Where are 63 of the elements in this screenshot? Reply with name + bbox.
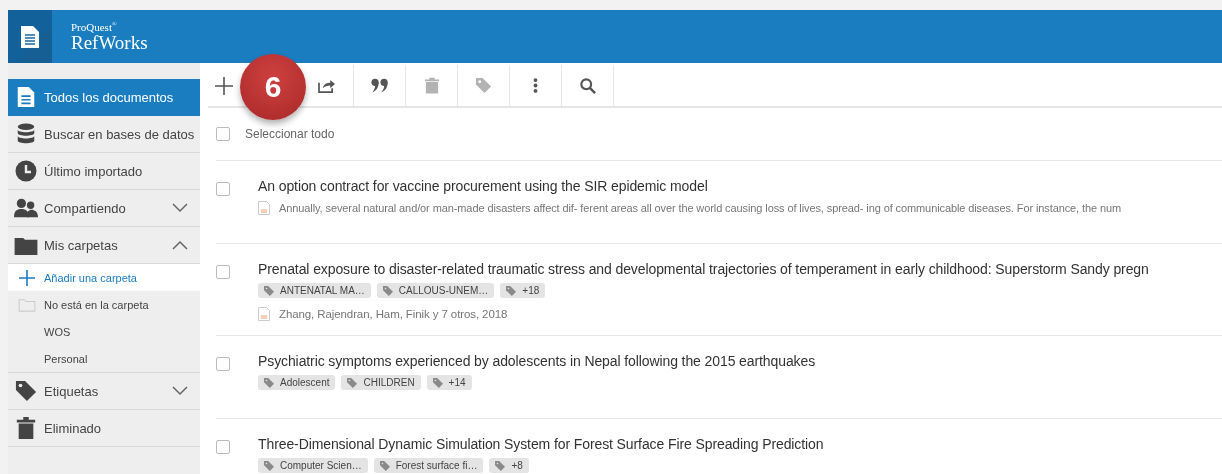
checkbox[interactable] xyxy=(216,357,230,371)
brand-subtitle: ProQuest$^{®}$ xyxy=(71,20,118,33)
brand-title: RefWorks xyxy=(71,33,148,53)
tag-chip[interactable]: Computer Scien… xyxy=(258,458,368,473)
trash-icon xyxy=(424,77,439,94)
plus-icon xyxy=(215,76,233,95)
folder-icon xyxy=(18,297,36,312)
record-title[interactable]: Three-Dimensional Dynamic Simulation System for Forest Surface Fire Spreading Prediction xyxy=(258,436,824,452)
tag-icon xyxy=(475,77,492,94)
chevron-down-icon[interactable] xyxy=(172,203,188,213)
document-icon xyxy=(258,201,270,215)
authors-text: Zhang, Rajendran, Ham, Finik y 7 otros, 2018 xyxy=(279,308,508,320)
folder-item[interactable]: No está en la carpeta xyxy=(8,291,200,318)
tag-icon xyxy=(347,377,358,388)
record-title[interactable]: Prenatal exposure to disaster-related traumatic stress and developmental trajectories of temperament in early childhood: Superstorm Sandy pregn xyxy=(258,261,1149,277)
tag-chip[interactable]: CHILDREN xyxy=(341,375,421,390)
folder-item[interactable]: Añadir una carpeta xyxy=(8,264,200,291)
chevron-down-icon[interactable] xyxy=(172,386,188,396)
checkbox[interactable] xyxy=(216,440,230,454)
folder-item[interactable]: WOS xyxy=(8,318,200,345)
checkbox[interactable] xyxy=(216,265,230,279)
tag-icon xyxy=(495,460,506,471)
more-icon xyxy=(533,77,538,94)
tag-icon xyxy=(264,460,274,471)
tag-chip[interactable]: +18 xyxy=(500,283,546,298)
quote-icon xyxy=(370,78,389,93)
sidebar-item[interactable]: Todos los documentos xyxy=(8,79,200,116)
checkbox[interactable] xyxy=(216,127,230,141)
tag-icon xyxy=(264,377,274,388)
sidebar-item[interactable]: Buscar en bases de datos xyxy=(8,116,200,153)
sidebar-item[interactable]: Etiquetas xyxy=(8,373,200,410)
select-all-label: Seleccionar todo xyxy=(245,127,335,141)
tag-chip[interactable]: Adolescent xyxy=(258,375,336,390)
folder-item[interactable]: Personal xyxy=(8,345,200,372)
sidebar-item[interactable]: Último importado xyxy=(8,153,200,190)
folder-icon xyxy=(14,235,38,255)
tag-chip[interactable]: +8 xyxy=(489,458,529,473)
tag-chip[interactable]: ANTENATAL MA… xyxy=(258,283,371,298)
tag-icon xyxy=(432,377,443,388)
search-icon xyxy=(579,77,596,94)
tag-icon xyxy=(264,285,274,296)
tag-icon xyxy=(14,380,38,402)
record-title[interactable]: Psychiatric symptoms experienced by adolescents in Nepal following the 2015 earthquakes xyxy=(258,353,816,369)
clock-icon xyxy=(14,160,38,182)
abstract-text: Annually, several natural and/or man-made disasters affect dif- ferent areas all over the world causing loss of lives, spread- ing of communicable diseases. For instance, the num xyxy=(279,202,1122,214)
sidebar-item[interactable]: Eliminado xyxy=(8,410,200,447)
tag-icon xyxy=(382,285,393,296)
sidebar-item[interactable]: Compartiendo xyxy=(8,190,200,227)
share-icon xyxy=(318,78,335,93)
document-icon xyxy=(20,24,40,49)
people-icon xyxy=(14,197,38,219)
callout-badge: 6 xyxy=(240,54,306,120)
tag-icon xyxy=(506,285,517,296)
chevron-up-icon[interactable] xyxy=(172,240,188,250)
tag-chip[interactable]: +14 xyxy=(426,375,472,390)
record-title[interactable]: An option contract for vaccine procurement using the SIR epidemic model xyxy=(258,178,1122,194)
tag-chip[interactable]: Forest surface fi… xyxy=(373,458,484,473)
tag-chip[interactable]: CALLOUS-UNEM… xyxy=(376,283,495,298)
document-icon xyxy=(258,307,270,321)
tag-icon xyxy=(379,460,390,471)
checkbox[interactable] xyxy=(216,182,230,196)
trash-icon xyxy=(14,417,38,439)
plus-icon xyxy=(19,269,35,286)
